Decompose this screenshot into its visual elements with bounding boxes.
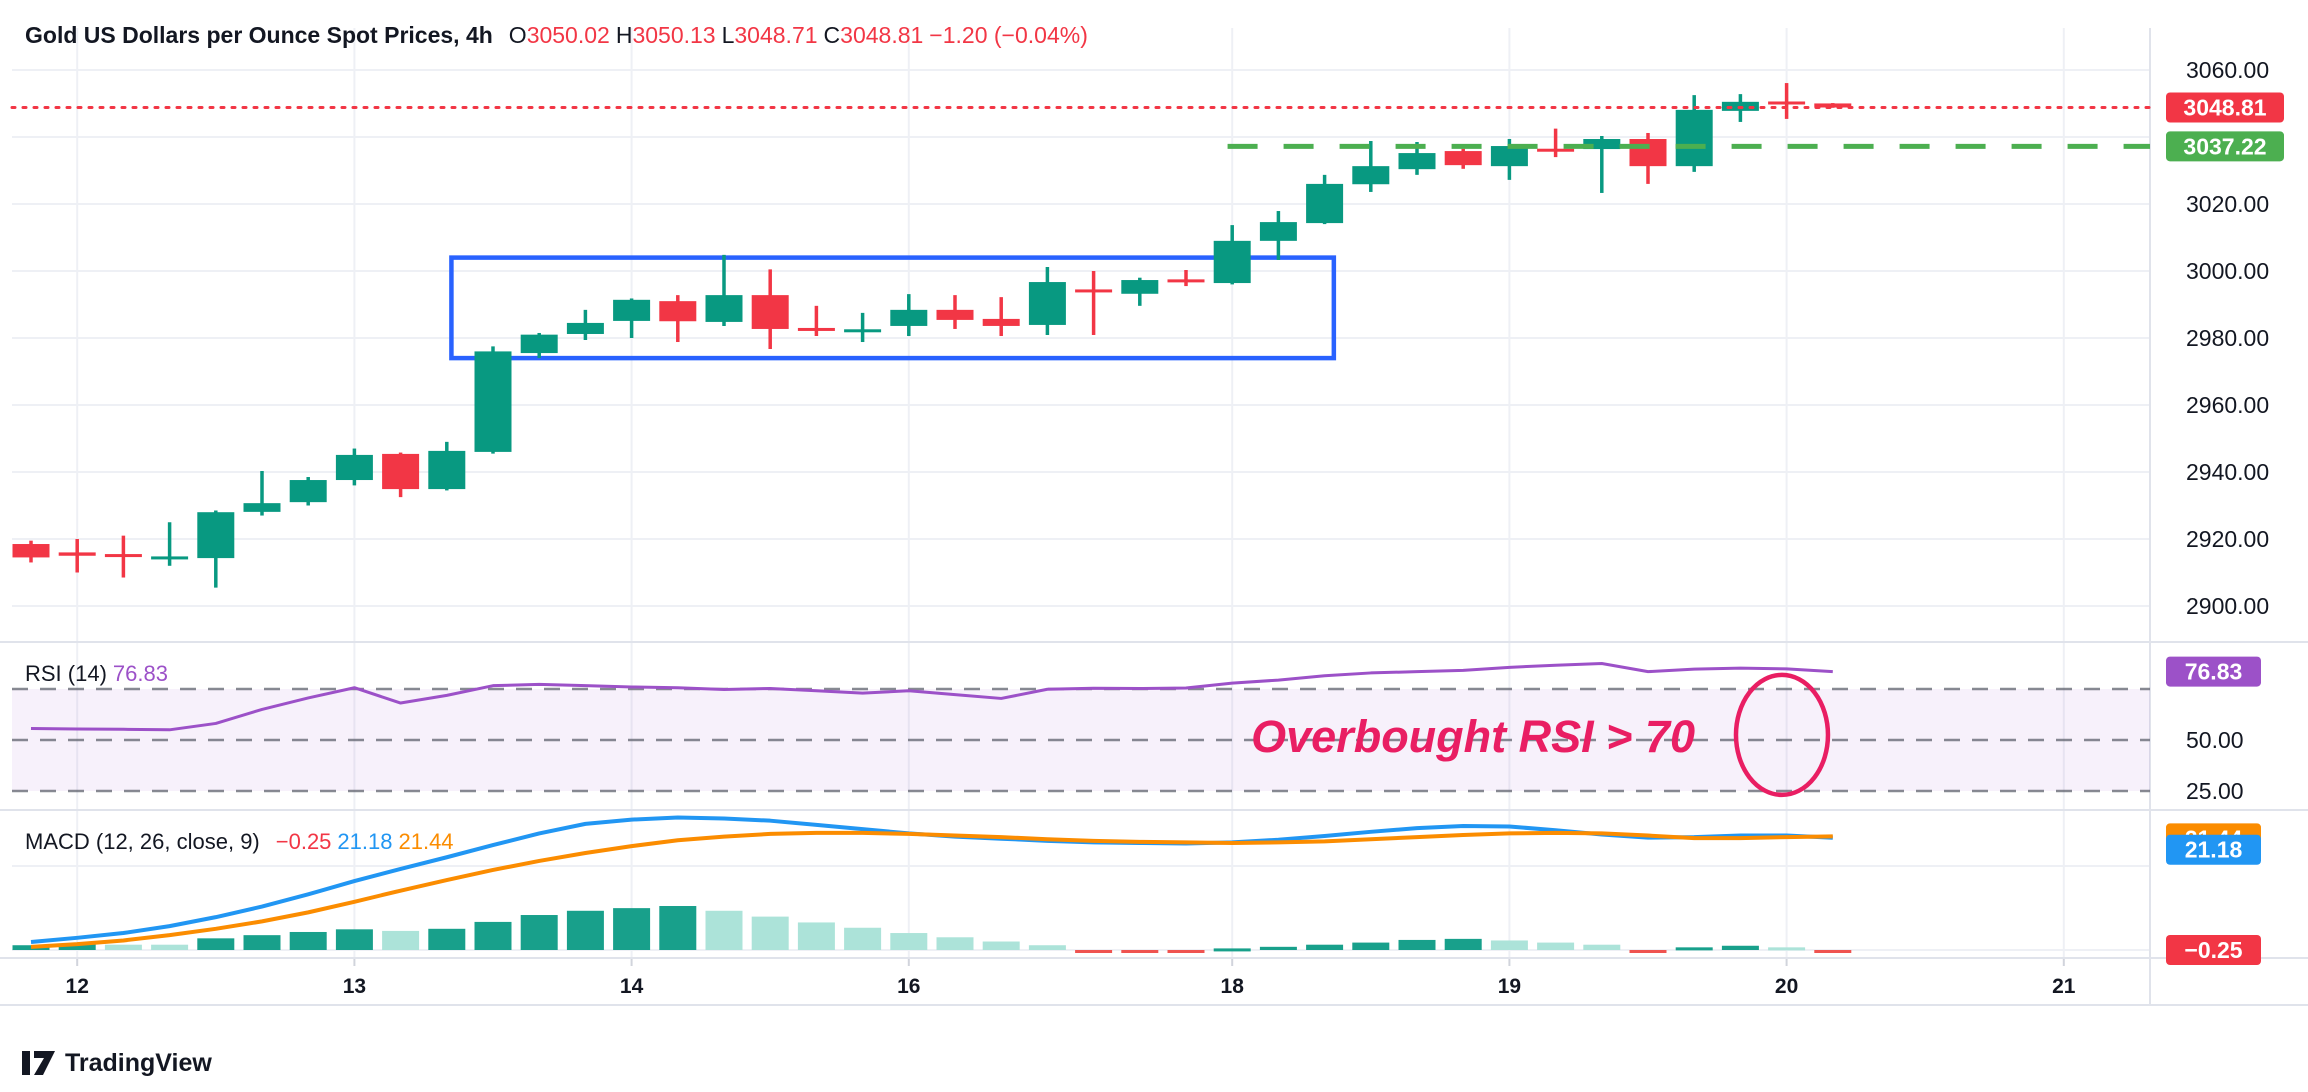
macd-histogram-bar	[151, 945, 188, 950]
macd-histogram-bar	[382, 931, 419, 950]
candle-body	[1352, 166, 1389, 184]
macd-histogram-bar	[1260, 947, 1297, 950]
consolidation-box[interactable]	[451, 258, 1333, 359]
candle-body	[1768, 101, 1805, 104]
candle-body	[336, 455, 373, 480]
candle-body	[1306, 184, 1343, 223]
macd-histogram-bar	[567, 911, 604, 950]
candle-body	[1491, 146, 1528, 166]
macd-histogram-bar	[244, 935, 281, 950]
candle-body	[1445, 151, 1482, 165]
macd-histogram-bar	[197, 938, 234, 950]
candle-body	[151, 556, 188, 559]
candle-body	[1214, 241, 1251, 283]
candle-body	[567, 323, 604, 334]
candle-body	[1537, 149, 1574, 152]
macd-histogram-bar	[1676, 947, 1713, 950]
macd-histogram-bar	[1768, 947, 1805, 950]
macd-histogram-bar	[1168, 950, 1205, 953]
tradingview-logo-icon	[22, 1048, 56, 1078]
chart-widget: 1213141618192021Overbought RSI > 703060.…	[0, 0, 2308, 1092]
candle-body	[890, 310, 927, 326]
candle-body	[613, 300, 650, 321]
candle-body	[105, 554, 142, 557]
candle-body	[983, 319, 1020, 326]
macd-histogram-bar	[890, 933, 927, 950]
candle-body	[1399, 153, 1436, 169]
candle-body	[1075, 289, 1112, 292]
macd-histogram-bar	[428, 929, 465, 950]
candle-body	[244, 503, 281, 512]
macd-histogram-bar	[1306, 945, 1343, 950]
candle-body	[428, 451, 465, 489]
candle-body	[59, 552, 96, 555]
macd-histogram-bar	[613, 908, 650, 950]
macd-histogram-bar	[1399, 940, 1436, 950]
candle-body	[844, 329, 881, 332]
candle-body	[1630, 139, 1667, 166]
macd-histogram-bar	[1445, 939, 1482, 950]
macd-histogram-bar	[752, 917, 789, 950]
macd-signal-line	[31, 833, 1833, 947]
candle-body	[475, 351, 512, 452]
macd-histogram-bar	[1029, 945, 1066, 950]
macd-histogram-bar	[290, 932, 327, 950]
macd-histogram-bar	[706, 911, 743, 950]
macd-histogram-bar	[1214, 948, 1251, 951]
macd-histogram-bar	[1491, 940, 1528, 950]
axis-label: Overbought RSI > 70	[1251, 711, 1695, 762]
macd-histogram-bar	[983, 942, 1020, 950]
macd-histogram-bar	[1537, 943, 1574, 950]
tradingview-logo[interactable]: TradingView	[22, 1048, 212, 1078]
time-axis[interactable]	[12, 958, 2150, 1004]
macd-histogram-bar	[1075, 950, 1112, 953]
macd-histogram-bar	[937, 937, 974, 950]
candle-body	[1121, 280, 1158, 294]
macd-histogram-bar	[798, 922, 835, 950]
macd-histogram-bar	[659, 906, 696, 950]
macd-histogram-bar	[844, 928, 881, 950]
candle-body	[13, 544, 50, 557]
candle-body	[1168, 279, 1205, 282]
candle-body	[1260, 222, 1297, 241]
macd-histogram-bar	[1583, 945, 1620, 950]
chart-canvas[interactable]: 1213141618192021Overbought RSI > 703060.…	[0, 0, 2308, 1092]
candle-body	[197, 512, 234, 558]
candle-body	[1676, 110, 1713, 166]
candle-body	[937, 310, 974, 320]
candle-body	[752, 295, 789, 329]
macd-histogram-bar	[1630, 950, 1667, 953]
macd-histogram-bar	[521, 915, 558, 950]
tradingview-logo-text: TradingView	[65, 1049, 212, 1078]
candle-body	[798, 328, 835, 331]
candle-body	[521, 335, 558, 353]
candle-body	[659, 301, 696, 321]
candle-body	[290, 480, 327, 502]
candle-body	[1029, 282, 1066, 325]
price-axis[interactable]	[2150, 28, 2308, 958]
macd-histogram-bar	[105, 945, 142, 950]
macd-histogram-bar	[1352, 943, 1389, 950]
macd-histogram-bar	[475, 922, 512, 950]
macd-histogram-bar	[1814, 950, 1851, 953]
macd-histogram-bar	[336, 929, 373, 950]
macd-histogram-bar	[1722, 946, 1759, 950]
candle-body	[706, 295, 743, 322]
macd-histogram-bar	[1121, 950, 1158, 953]
candle-body	[382, 454, 419, 489]
